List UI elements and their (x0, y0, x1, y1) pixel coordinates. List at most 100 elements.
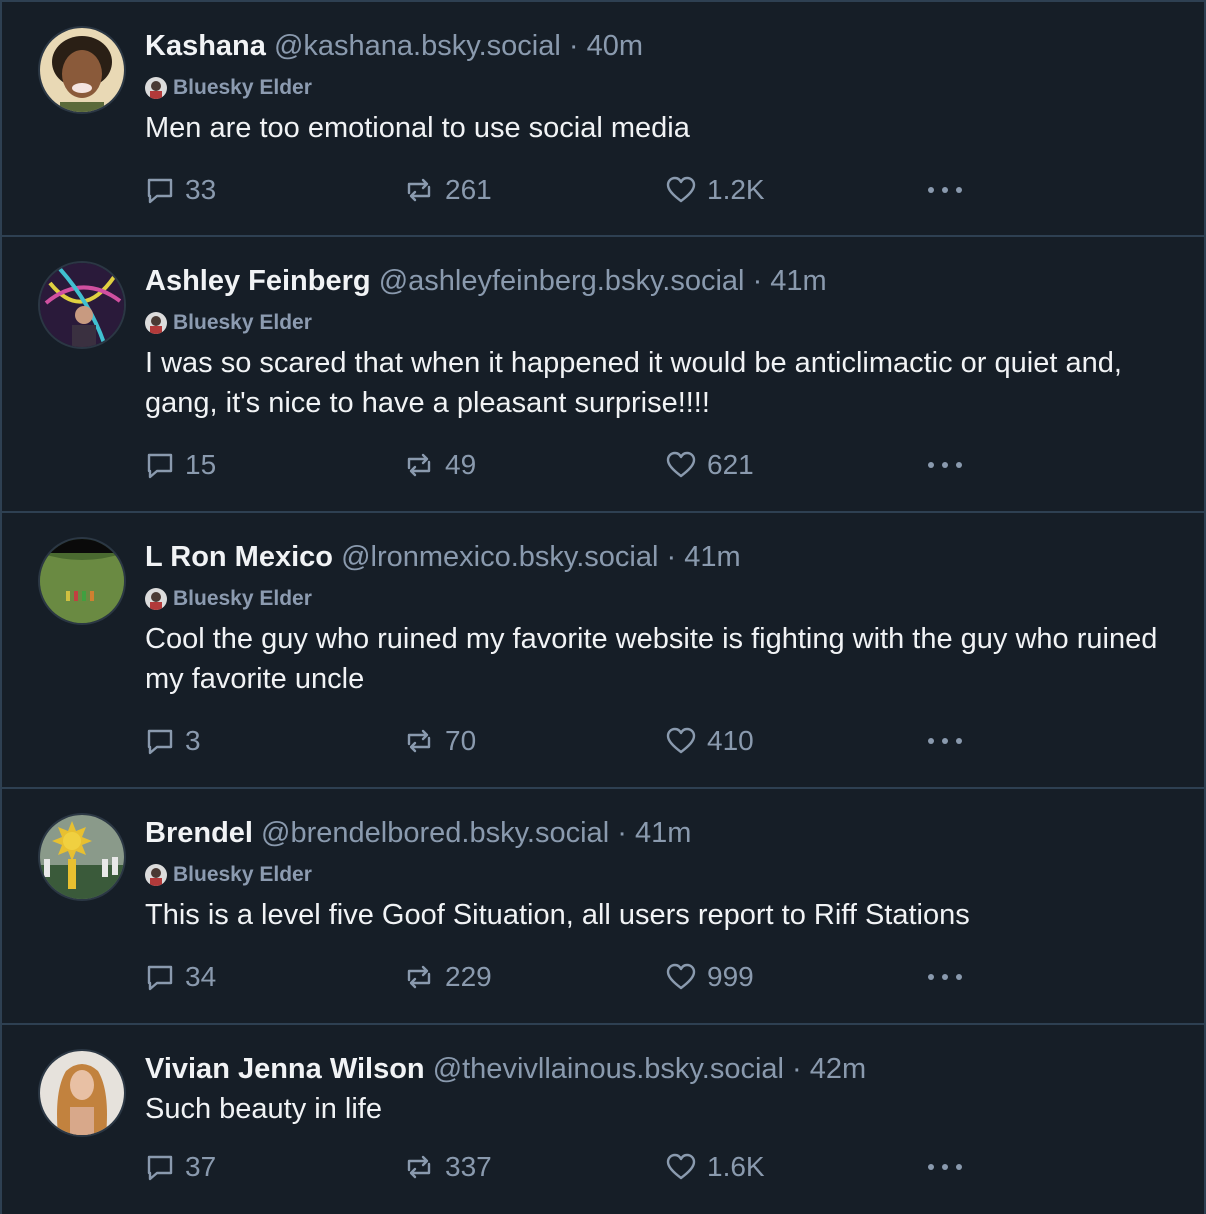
repost-button[interactable]: 229 (403, 959, 492, 995)
post-actions: 3 70 410 (145, 723, 975, 759)
post-text: I was so scared that when it happened it… (145, 347, 1122, 419)
repost-count: 229 (445, 961, 492, 992)
elder-badge: Bluesky Elder (145, 74, 1176, 102)
ellipsis-icon (928, 187, 962, 193)
like-button[interactable]: 999 (665, 959, 754, 995)
avatar[interactable] (40, 263, 124, 347)
speech-bubble-icon (147, 965, 173, 991)
author-name[interactable]: Brendel (145, 817, 253, 849)
badge-label: Bluesky Elder (173, 76, 312, 99)
reply-button[interactable]: 3 (145, 723, 201, 759)
like-count: 1.6K (707, 1151, 765, 1182)
repost-button[interactable]: 337 (403, 1149, 492, 1185)
reply-button[interactable]: 34 (145, 959, 216, 995)
post-item[interactable]: Kashana @kashana.bsky.social · 40m Blues… (2, 2, 1204, 237)
reply-count: 33 (185, 174, 217, 205)
reply-button[interactable]: 37 (145, 1149, 216, 1185)
more-options-button[interactable] (925, 172, 965, 208)
post-header: Brendel @brendelbored.bsky.social · 41m (145, 815, 1176, 851)
author-name[interactable]: Vivian Jenna Wilson (145, 1053, 425, 1085)
speech-bubble-icon (147, 178, 173, 204)
repost-arrows-icon (407, 453, 431, 477)
author-name[interactable]: Kashana (145, 30, 266, 62)
reply-count: 3 (185, 725, 201, 756)
avatar[interactable] (40, 28, 124, 112)
post-item[interactable]: L Ron Mexico @lronmexico.bsky.social · 4… (2, 513, 1204, 789)
badge-avatar-icon (145, 77, 167, 99)
post-header: Vivian Jenna Wilson @thevivllainous.bsky… (145, 1051, 1176, 1087)
reply-button[interactable]: 15 (145, 447, 216, 483)
post-header: Kashana @kashana.bsky.social · 40m (145, 28, 1176, 64)
badge-label: Bluesky Elder (173, 311, 312, 334)
avatar[interactable] (40, 539, 124, 623)
author-name[interactable]: Ashley Feinberg (145, 265, 371, 297)
more-options-button[interactable] (925, 447, 965, 483)
separator-dot: · (617, 817, 627, 849)
post-text: Such beauty in life (145, 1093, 382, 1125)
post-timestamp[interactable]: 40m (587, 30, 643, 62)
repost-arrows-icon (407, 965, 431, 989)
like-count: 410 (707, 725, 754, 756)
repost-arrows-icon (407, 1155, 431, 1179)
post-actions: 15 49 621 (145, 447, 975, 483)
reply-count: 34 (185, 961, 217, 992)
post-header: L Ron Mexico @lronmexico.bsky.social · 4… (145, 539, 1176, 575)
post-header: Ashley Feinberg @ashleyfeinberg.bsky.soc… (145, 263, 1176, 299)
repost-button[interactable]: 70 (403, 723, 476, 759)
elder-badge: Bluesky Elder (145, 309, 1176, 337)
author-handle[interactable]: @thevivllainous.bsky.social (433, 1053, 784, 1085)
avatar[interactable] (40, 1051, 124, 1135)
author-name[interactable]: L Ron Mexico (145, 541, 333, 573)
badge-avatar-icon (145, 864, 167, 886)
repost-count: 261 (445, 174, 492, 205)
post-actions: 37 337 1.6K (145, 1149, 975, 1185)
separator-dot: · (568, 30, 579, 62)
avatar[interactable] (40, 815, 124, 899)
ellipsis-icon (928, 974, 962, 980)
repost-button[interactable]: 49 (403, 447, 476, 483)
author-handle[interactable]: @kashana.bsky.social (274, 30, 561, 62)
speech-bubble-icon (147, 453, 173, 479)
more-options-button[interactable] (925, 723, 965, 759)
reply-button[interactable]: 33 (145, 172, 216, 208)
like-button[interactable]: 1.6K (665, 1149, 765, 1185)
post-item[interactable]: Ashley Feinberg @ashleyfeinberg.bsky.soc… (2, 237, 1204, 513)
speech-bubble-icon (147, 729, 173, 755)
separator-dot: · (792, 1053, 802, 1085)
ellipsis-icon (928, 1164, 962, 1170)
more-options-button[interactable] (925, 1149, 965, 1185)
post-item[interactable]: Brendel @brendelbored.bsky.social · 41m … (2, 789, 1204, 1025)
separator-dot: · (666, 541, 677, 573)
more-options-button[interactable] (925, 959, 965, 995)
post-timestamp[interactable]: 41m (770, 265, 826, 297)
speech-bubble-icon (147, 1155, 173, 1181)
heart-icon (666, 727, 696, 754)
badge-label: Bluesky Elder (173, 587, 312, 610)
post-text: This is a level five Goof Situation, all… (145, 899, 970, 931)
like-count: 1.2K (707, 174, 765, 205)
like-button[interactable]: 410 (665, 723, 754, 759)
post-timestamp[interactable]: 41m (684, 541, 740, 573)
author-handle[interactable]: @brendelbored.bsky.social (261, 817, 609, 849)
author-handle[interactable]: @lronmexico.bsky.social (341, 541, 658, 573)
post-timestamp[interactable]: 42m (810, 1053, 866, 1085)
post-actions: 33 261 1.2K (145, 172, 975, 208)
reply-count: 37 (185, 1151, 217, 1182)
repost-button[interactable]: 261 (403, 172, 492, 208)
post-timestamp[interactable]: 41m (635, 817, 691, 849)
repost-count: 337 (445, 1151, 492, 1182)
heart-icon (666, 963, 696, 990)
ellipsis-icon (928, 738, 962, 744)
like-count: 999 (707, 961, 754, 992)
elder-badge: Bluesky Elder (145, 585, 1176, 613)
post-item[interactable]: Vivian Jenna Wilson @thevivllainous.bsky… (2, 1025, 1204, 1213)
like-button[interactable]: 621 (665, 447, 754, 483)
heart-icon (666, 1153, 696, 1180)
heart-icon (666, 451, 696, 478)
post-text: Cool the guy who ruined my favorite webs… (145, 623, 1158, 695)
repost-arrows-icon (407, 729, 431, 753)
ellipsis-icon (928, 462, 962, 468)
like-button[interactable]: 1.2K (665, 172, 765, 208)
repost-count: 49 (445, 449, 477, 480)
author-handle[interactable]: @ashleyfeinberg.bsky.social (379, 265, 745, 297)
